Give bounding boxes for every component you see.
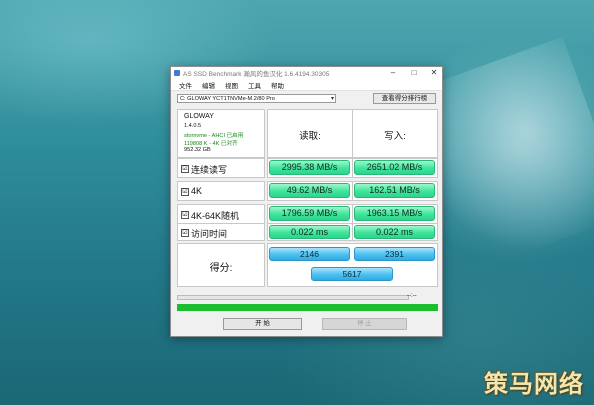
drive-alignment: 119808 K - 4K 已对齐 (184, 141, 238, 147)
access-write-value: 0.022 ms (354, 225, 435, 239)
maximize-button[interactable]: □ (407, 67, 421, 79)
watermark-logo: 策马网络 (484, 370, 584, 398)
menu-tools[interactable]: 工具 (248, 80, 261, 90)
4k-64-write-value: 1963.15 MB/s (354, 206, 435, 221)
elapsed-timer: --:-- (407, 293, 417, 299)
write-header-cell: 写入: (352, 109, 438, 158)
drive-select[interactable]: C: GLOWAY YCT1TNVMe-M.2/80 Pro ▾ (177, 94, 336, 103)
4k-read-value: 49.62 MB/s (269, 183, 350, 198)
4k-64-checkbox[interactable]: ☑ (181, 211, 189, 219)
menu-bar: 文件 编辑 视图 工具 帮助 (171, 79, 442, 91)
row-label-access-time: 访问时间 (191, 229, 228, 239)
score-label: 得分: (209, 263, 233, 274)
row-access-time: ☑ 访问时间 (177, 223, 265, 241)
start-button[interactable]: 开 始 (223, 318, 302, 330)
read-header-cell: 读取: (267, 109, 353, 158)
access-read-value: 0.022 ms (269, 225, 350, 239)
menu-view[interactable]: 视图 (225, 80, 238, 90)
read-header: 读取: (299, 131, 321, 142)
app-icon (174, 70, 180, 76)
seq-read-value: 2995.38 MB/s (269, 160, 350, 175)
total-score: 5617 (311, 267, 393, 281)
title-bar[interactable]: AS SSD Benchmark 瀚风的鱼汉化 1.6.4194.30305 –… (171, 67, 442, 79)
row-4k-64: ☑ 4K-64K随机 (177, 204, 265, 224)
status-bar (177, 304, 438, 311)
stop-button[interactable]: 停 止 (322, 318, 407, 330)
row-seq: ☑ 连续读写 (177, 158, 265, 178)
window-title: AS SSD Benchmark 瀚风的鱼汉化 1.6.4194.30305 (183, 71, 330, 78)
score-ranking-button[interactable]: 查看得分排行榜 (373, 93, 436, 104)
menu-help[interactable]: 帮助 (271, 80, 284, 90)
score-label-cell: 得分: (177, 243, 265, 287)
close-button[interactable]: ✕ (427, 67, 441, 79)
menu-file[interactable]: 文件 (179, 80, 192, 90)
minimize-button[interactable]: – (386, 67, 400, 79)
as-ssd-window: AS SSD Benchmark 瀚风的鱼汉化 1.6.4194.30305 –… (170, 66, 443, 337)
seq-checkbox[interactable]: ☑ (181, 165, 189, 173)
drive-capacity: 952.32 GB (184, 147, 211, 153)
menu-edit[interactable]: 编辑 (202, 80, 215, 90)
drive-select-value: C: GLOWAY YCT1TNVMe-M.2/80 Pro (180, 96, 275, 102)
row-4k: ☑ 4K (177, 181, 265, 201)
drive-firmware: 1.4.0.5 (184, 123, 202, 129)
write-header: 写入: (384, 131, 406, 142)
row-label-4k-64: 4K-64K随机 (191, 211, 240, 221)
chevron-down-icon[interactable]: ▾ (331, 95, 334, 102)
progress-bar (177, 295, 409, 300)
row-label-4k: 4K (191, 186, 203, 196)
drive-info-panel: GLOWAY 1.4.0.5 stornvme - AHCI 已启用 11980… (177, 109, 265, 158)
drive-model: GLOWAY (184, 113, 214, 120)
seq-write-value: 2651.02 MB/s (354, 160, 435, 175)
4k-checkbox[interactable]: ☑ (181, 188, 189, 196)
write-score: 2391 (354, 247, 435, 261)
4k-write-value: 162.51 MB/s (354, 183, 435, 198)
read-score: 2146 (269, 247, 350, 261)
drive-driver: stornvme - AHCI 已启用 (184, 133, 244, 139)
row-label-seq: 连续读写 (191, 165, 228, 175)
access-time-checkbox[interactable]: ☑ (181, 229, 189, 237)
4k-64-read-value: 1796.59 MB/s (269, 206, 350, 221)
